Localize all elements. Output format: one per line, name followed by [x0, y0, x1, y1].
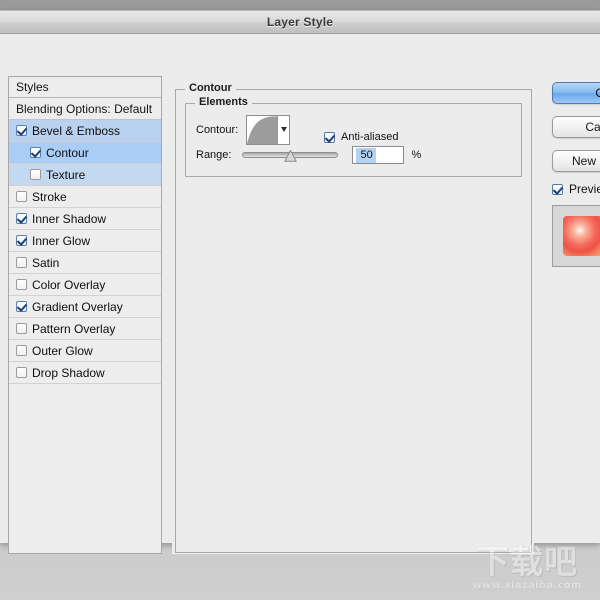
effect-label: Texture	[46, 167, 86, 182]
effect-row-inner-glow[interactable]: Inner Glow	[9, 230, 161, 252]
effect-checkbox[interactable]	[30, 147, 41, 158]
effect-checkbox[interactable]	[16, 301, 27, 312]
effects-list: Bevel & Emboss Contour Texture Stroke Inner …	[9, 120, 161, 384]
range-slider-thumb[interactable]	[284, 150, 298, 162]
effect-row-satin[interactable]: Satin	[9, 252, 161, 274]
dialog-body: Styles Blending Options: Default Bevel &…	[0, 34, 600, 554]
range-field-row: Range: 50 %	[196, 146, 421, 164]
styles-panel-header[interactable]: Styles	[9, 77, 161, 98]
effect-label: Bevel & Emboss	[32, 123, 121, 138]
anti-aliased-checkbox[interactable]	[324, 131, 335, 143]
effect-label: Gradient Overlay	[32, 299, 123, 314]
preview-swatch-icon	[563, 216, 600, 256]
preview-label: Preview	[569, 182, 600, 196]
range-value-text: 50	[356, 147, 376, 163]
effect-row-pattern-overlay[interactable]: Pattern Overlay	[9, 318, 161, 340]
effect-row-inner-shadow[interactable]: Inner Shadow	[9, 208, 161, 230]
effect-label: Contour	[46, 145, 89, 160]
effect-checkbox[interactable]	[16, 279, 27, 290]
contour-settings-pane: Contour Elements Contour: Anti-aliased R…	[172, 76, 534, 554]
contour-groupbox: Contour Elements Contour: Anti-aliased R…	[175, 82, 532, 553]
contour-field-row: Contour: Anti-aliased	[196, 115, 398, 145]
effect-label: Stroke	[32, 189, 67, 204]
slider-thumb-icon	[284, 150, 298, 162]
preview-control[interactable]: Preview	[552, 182, 600, 196]
anti-aliased-control[interactable]: Anti-aliased	[324, 131, 398, 143]
effect-label: Satin	[32, 255, 60, 270]
layer-style-dialog: Layer Style Styles Blending Options: Def…	[0, 10, 600, 554]
elements-group-legend: Elements	[195, 96, 252, 108]
preview-checkbox[interactable]	[552, 183, 563, 195]
effect-checkbox[interactable]	[16, 235, 27, 246]
effect-label: Pattern Overlay	[32, 321, 116, 336]
preview-thumbnail	[552, 205, 600, 267]
contour-group-legend: Contour	[185, 82, 236, 94]
contour-dropdown-arrow-icon[interactable]	[277, 116, 290, 144]
dialog-button-column: OK Cancel New Style... Preview	[552, 82, 600, 267]
effect-label: Color Overlay	[32, 277, 106, 292]
effect-checkbox[interactable]	[16, 367, 27, 378]
screenshot-root: Layer Style Styles Blending Options: Def…	[0, 0, 600, 600]
effect-checkbox[interactable]	[16, 257, 27, 268]
effect-row-drop-shadow[interactable]: Drop Shadow	[9, 362, 161, 384]
dialog-titlebar[interactable]: Layer Style	[0, 11, 600, 34]
effect-row-bevel-emboss[interactable]: Bevel & Emboss	[9, 120, 161, 142]
elements-groupbox: Elements Contour: Anti-aliased Range: 50…	[185, 96, 522, 177]
range-percent-label: %	[411, 149, 422, 161]
new-style-button[interactable]: New Style...	[552, 150, 600, 172]
effect-checkbox[interactable]	[16, 345, 27, 356]
effect-row-texture[interactable]: Texture	[9, 164, 161, 186]
effect-checkbox[interactable]	[16, 323, 27, 334]
cancel-button[interactable]: Cancel	[552, 116, 600, 138]
contour-preset-picker[interactable]	[246, 115, 291, 145]
ok-button[interactable]: OK	[552, 82, 600, 104]
effect-row-stroke[interactable]: Stroke	[9, 186, 161, 208]
anti-aliased-label: Anti-aliased	[341, 131, 399, 143]
effect-checkbox[interactable]	[16, 213, 27, 224]
effect-label: Outer Glow	[32, 343, 93, 358]
effect-checkbox[interactable]	[16, 191, 27, 202]
styles-panel: Styles Blending Options: Default Bevel &…	[8, 76, 162, 554]
effect-row-contour[interactable]: Contour	[9, 142, 161, 164]
effect-row-outer-glow[interactable]: Outer Glow	[9, 340, 161, 362]
effect-label: Drop Shadow	[32, 365, 105, 380]
dialog-title: Layer Style	[266, 15, 334, 29]
blending-options-row[interactable]: Blending Options: Default	[9, 98, 161, 120]
effect-row-gradient-overlay[interactable]: Gradient Overlay	[9, 296, 161, 318]
effect-row-color-overlay[interactable]: Color Overlay	[9, 274, 161, 296]
effect-label: Inner Shadow	[32, 211, 107, 226]
range-slider[interactable]	[242, 147, 339, 163]
range-value-input[interactable]: 50	[352, 146, 405, 164]
effect-checkbox[interactable]	[30, 169, 41, 180]
contour-field-label: Contour:	[196, 124, 239, 136]
effect-checkbox[interactable]	[16, 125, 27, 136]
effect-label: Inner Glow	[32, 233, 91, 248]
range-field-label: Range:	[196, 149, 232, 161]
